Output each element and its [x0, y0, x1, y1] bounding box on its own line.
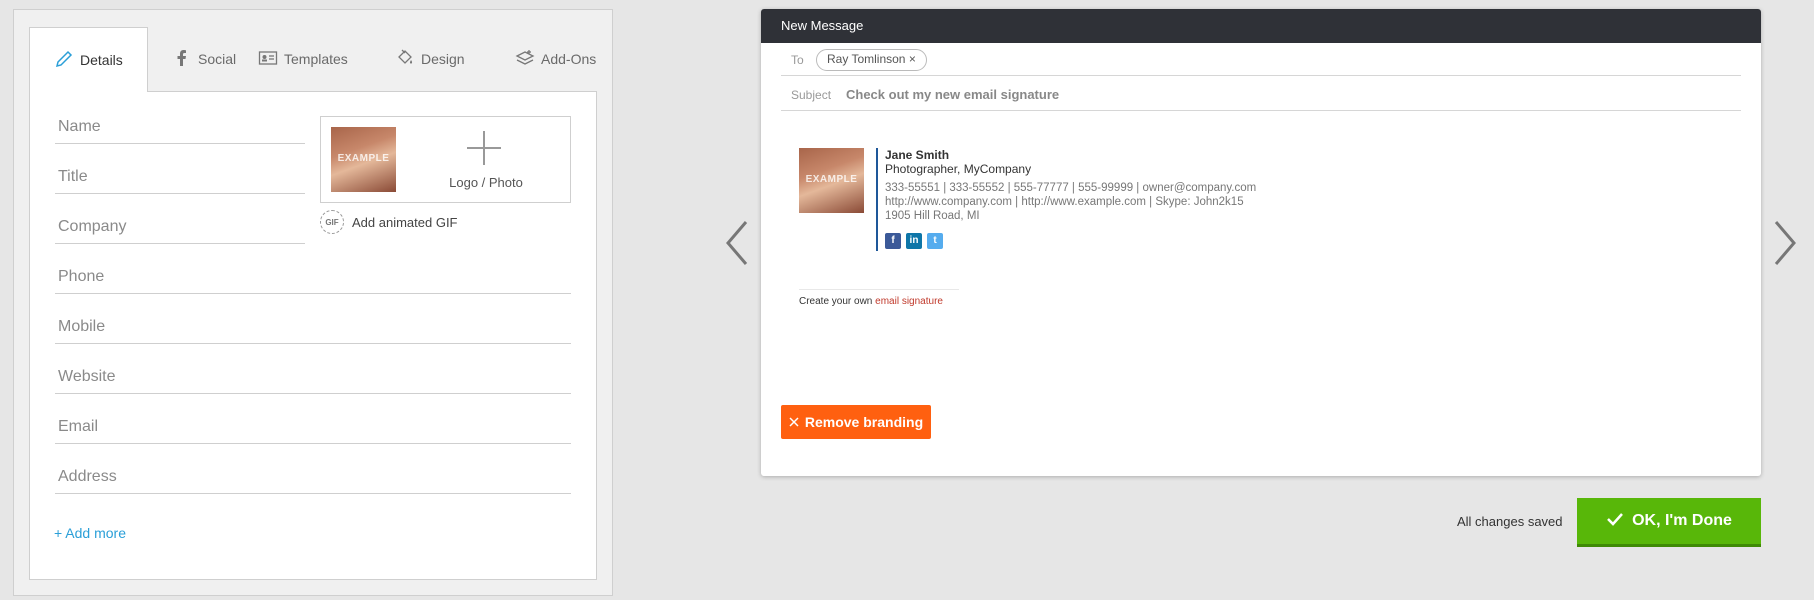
address-field[interactable]: Address [55, 464, 571, 494]
done-button-label: OK, I'm Done [1632, 512, 1732, 529]
signature-divider [876, 148, 878, 251]
save-status: All changes saved [1457, 514, 1563, 529]
editor-tabs: Details Social Templates Design Add-Ons [29, 27, 597, 92]
signature-social-icons: f in t [885, 233, 1256, 249]
tab-details[interactable]: Details [29, 27, 148, 92]
pencil-icon [54, 49, 74, 72]
email-signature-link[interactable]: email signature [875, 296, 943, 307]
recipient-chip[interactable]: Ray Tomlinson × [816, 49, 927, 71]
email-preview-window: New Message To Ray Tomlinson × Subject C… [761, 9, 1761, 476]
logo-photo-label: Logo / Photo [449, 175, 523, 190]
details-form: Name Title Company Phone Mobile Website … [29, 91, 597, 580]
gif-icon: GIF [320, 210, 344, 234]
twitter-icon[interactable]: t [927, 233, 943, 249]
signature-contact-line: 333-55551 | 333-55552 | 555-77777 | 555-… [885, 182, 1257, 194]
add-animated-gif-label: Add animated GIF [352, 214, 458, 230]
title-field[interactable]: Title [55, 164, 305, 194]
signature-address-line: 1905 Hill Road, MI [885, 210, 980, 222]
to-label: To [791, 53, 804, 67]
signature-web-line: http://www.company.com | http://www.exam… [885, 196, 1244, 208]
tab-details-label: Details [80, 52, 123, 68]
remove-branding-label: Remove branding [804, 414, 924, 430]
tab-design-label: Design [421, 51, 465, 67]
subject-text: Check out my new email signature [846, 87, 1060, 102]
add-more-link[interactable]: + Add more [54, 525, 126, 541]
paint-bucket-icon [395, 48, 415, 71]
checkmark-icon [1606, 512, 1624, 531]
email-window-title: New Message [761, 9, 1761, 43]
example-watermark: EXAMPLE [805, 174, 858, 185]
tab-add-ons[interactable]: Add-Ons [515, 27, 596, 91]
facebook-icon [172, 48, 192, 71]
divider [781, 110, 1741, 111]
name-field[interactable]: Name [55, 114, 305, 144]
editor-panel: Details Social Templates Design Add-Ons [13, 9, 613, 596]
example-watermark: EXAMPLE [337, 153, 390, 164]
next-arrow-icon[interactable] [1770, 218, 1800, 268]
signature-role: Photographer, MyCompany [885, 162, 1032, 176]
email-field[interactable]: Email [55, 414, 571, 444]
tab-add-ons-label: Add-Ons [541, 51, 597, 67]
facebook-icon[interactable]: f [885, 233, 901, 249]
tab-social-label: Social [198, 51, 237, 67]
layers-icon [515, 48, 535, 71]
tab-templates[interactable]: Templates [258, 27, 348, 91]
profile-photo-thumbnail: EXAMPLE [331, 127, 396, 192]
remove-branding-button[interactable]: Remove branding [781, 405, 931, 439]
subject-label: Subject [791, 88, 832, 102]
previous-arrow-icon[interactable] [722, 218, 752, 268]
done-button[interactable]: OK, I'm Done [1577, 498, 1761, 547]
close-icon [789, 414, 799, 430]
mobile-field[interactable]: Mobile [55, 314, 571, 344]
signature-photo: EXAMPLE [799, 148, 864, 213]
tab-templates-label: Templates [284, 51, 348, 67]
tab-social[interactable]: Social [172, 27, 236, 91]
tab-design[interactable]: Design [395, 27, 465, 91]
linkedin-icon[interactable]: in [906, 233, 922, 249]
signature-name: Jane Smith [885, 148, 950, 162]
divider [781, 75, 1741, 76]
plus-icon[interactable] [467, 131, 501, 165]
company-field[interactable]: Company [55, 214, 305, 244]
add-animated-gif[interactable]: GIF Add animated GIF [320, 210, 458, 234]
logo-photo-uploader[interactable]: EXAMPLE Logo / Photo [320, 116, 571, 203]
id-card-icon [258, 48, 278, 71]
phone-field[interactable]: Phone [55, 264, 571, 294]
create-own-signature-note: Create your own email signature [799, 289, 959, 307]
website-field[interactable]: Website [55, 364, 571, 394]
signature-text: Jane Smith Photographer, MyCompany 333-5… [885, 148, 1256, 249]
create-own-prefix: Create your own [799, 296, 876, 307]
